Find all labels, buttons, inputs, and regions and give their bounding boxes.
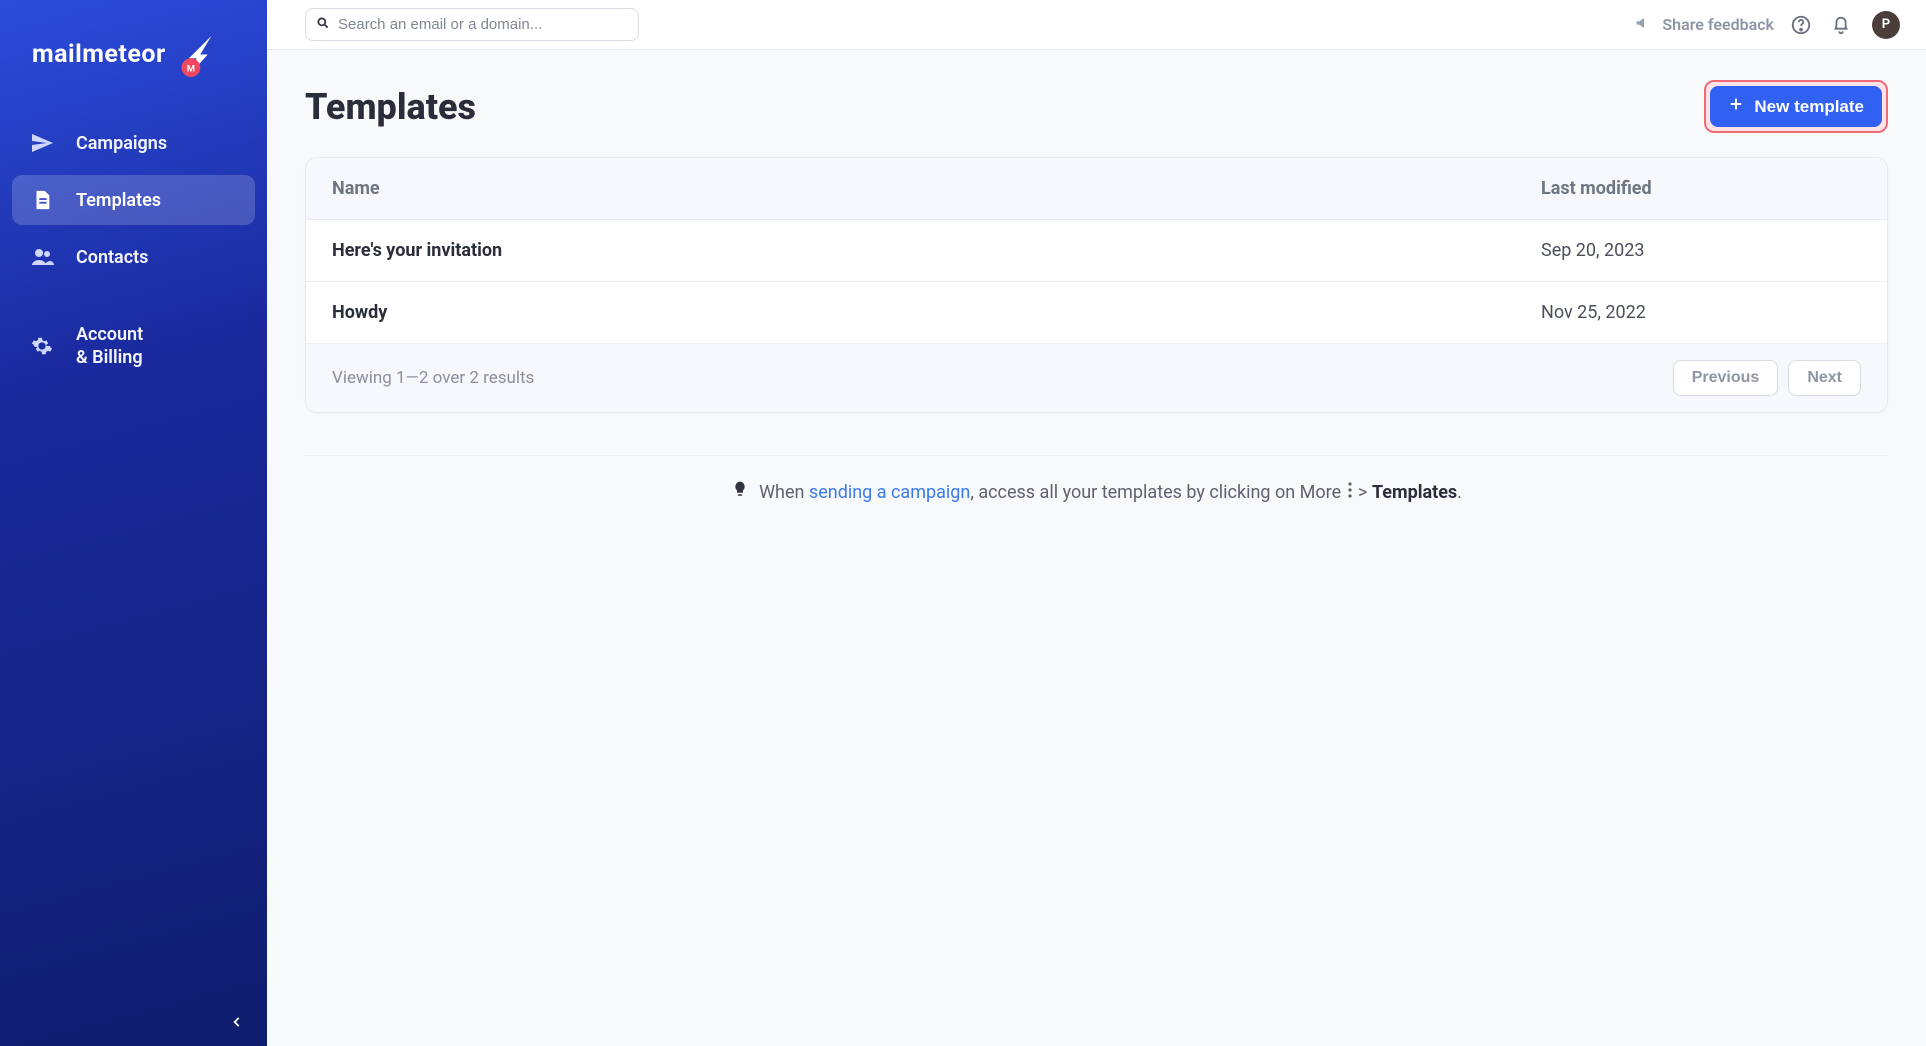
document-icon	[28, 189, 56, 211]
new-template-button[interactable]: New template	[1710, 86, 1882, 127]
tip-templates-strong: Templates	[1372, 482, 1457, 503]
previous-button[interactable]: Previous	[1673, 360, 1779, 396]
divider	[305, 455, 1888, 456]
topbar: Share feedback P	[267, 0, 1926, 50]
table-header: Name Last modified	[306, 158, 1887, 220]
tip: When sending a campaign, access all your…	[305, 480, 1888, 503]
col-header-name: Name	[332, 178, 1541, 199]
sidebar-item-campaigns[interactable]: Campaigns	[12, 117, 255, 169]
svg-text:M: M	[186, 63, 194, 74]
send-icon	[28, 131, 56, 155]
help-icon[interactable]	[1788, 12, 1814, 38]
people-icon	[28, 245, 56, 269]
sidebar-item-label: Account & Billing	[76, 323, 143, 370]
share-feedback[interactable]: Share feedback	[1634, 13, 1774, 37]
avatar-initial: P	[1882, 17, 1890, 32]
share-feedback-label: Share feedback	[1662, 15, 1774, 34]
col-header-modified: Last modified	[1541, 178, 1861, 199]
content: Templates New template Name Last modifie…	[267, 50, 1926, 533]
template-modified: Nov 25, 2022	[1541, 302, 1861, 323]
tip-dot: .	[1457, 482, 1462, 503]
bulb-icon	[731, 480, 749, 503]
avatar[interactable]: P	[1872, 11, 1900, 39]
sidebar-item-label: Campaigns	[76, 133, 167, 154]
pager: Previous Next	[1673, 360, 1861, 396]
sidebar: mailmeteor M Campaigns Templa	[0, 0, 267, 1046]
sidebar-item-label: Contacts	[76, 247, 148, 268]
table-footer: Viewing 1—2 over 2 results Previous Next	[306, 344, 1887, 412]
sidebar-item-account-billing[interactable]: Account & Billing	[12, 309, 255, 384]
search-icon	[316, 15, 330, 34]
template-modified: Sep 20, 2023	[1541, 240, 1861, 261]
sending-campaign-link[interactable]: sending a campaign	[809, 482, 970, 503]
new-template-label: New template	[1754, 97, 1864, 117]
tip-arrow: >	[1354, 482, 1372, 503]
search-input[interactable]	[338, 16, 628, 33]
sidebar-item-contacts[interactable]: Contacts	[12, 231, 255, 283]
sidebar-item-label: Templates	[76, 190, 161, 211]
sidebar-item-templates[interactable]: Templates	[12, 175, 255, 225]
search-box[interactable]	[305, 8, 639, 41]
table-row[interactable]: Howdy Nov 25, 2022	[306, 282, 1887, 344]
main: Share feedback P Templates	[267, 0, 1926, 1046]
brand-meteor-icon: M	[174, 32, 219, 77]
next-button[interactable]: Next	[1788, 360, 1861, 396]
plus-icon	[1728, 96, 1744, 117]
template-name: Here's your invitation	[332, 240, 1541, 261]
bell-icon[interactable]	[1828, 12, 1854, 38]
brand-name: mailmeteor	[32, 40, 166, 69]
gear-icon	[28, 335, 56, 357]
brand[interactable]: mailmeteor M	[12, 18, 255, 107]
templates-table: Name Last modified Here's your invitatio…	[305, 157, 1888, 413]
megaphone-icon	[1634, 13, 1654, 37]
viewing-text: Viewing 1—2 over 2 results	[332, 368, 534, 388]
page-title: Templates	[305, 86, 476, 128]
table-row[interactable]: Here's your invitation Sep 20, 2023	[306, 220, 1887, 282]
new-template-highlight: New template	[1704, 80, 1888, 133]
sidebar-nav: Campaigns Templates Contacts	[12, 117, 255, 384]
more-vertical-icon	[1346, 481, 1354, 499]
template-name: Howdy	[332, 302, 1541, 323]
tip-prefix: When	[759, 482, 809, 503]
tip-mid: , access all your templates by clicking …	[970, 482, 1345, 503]
sidebar-collapse-button[interactable]	[225, 1010, 249, 1034]
